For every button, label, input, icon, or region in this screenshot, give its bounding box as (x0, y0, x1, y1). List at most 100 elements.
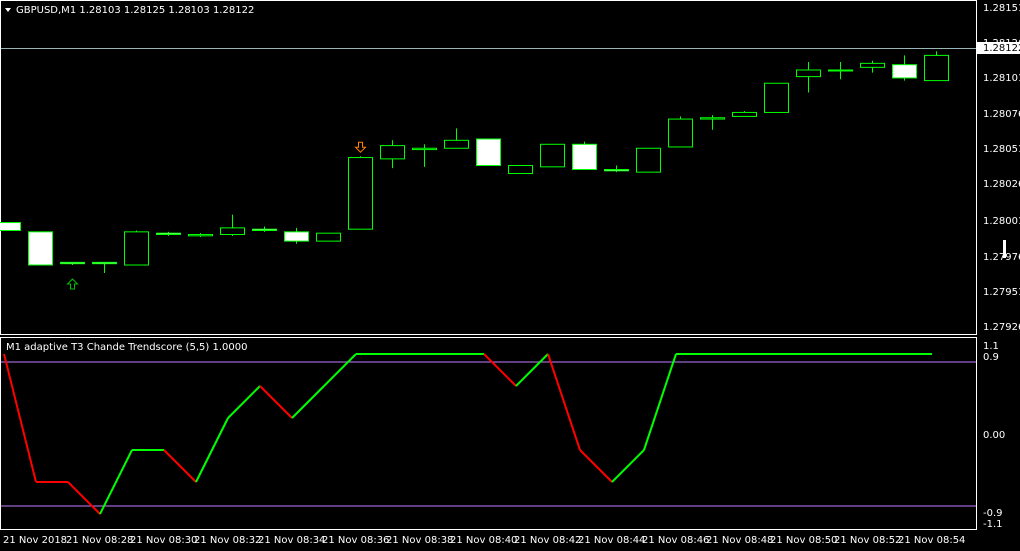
buy-arrow-icon (66, 278, 79, 290)
trendscore-segment (227, 385, 261, 419)
time-label: 21 Nov 2018 (3, 535, 67, 546)
candle-body (828, 69, 853, 72)
candle-body (540, 143, 565, 168)
indicator-tick: 0.00 (983, 430, 1005, 441)
candle (540, 143, 565, 168)
indicator-header: M1 adaptive T3 Chande Trendscore (5,5) 1… (6, 342, 247, 353)
candle-body (924, 54, 949, 82)
candle (252, 226, 277, 232)
time-label: 21 Nov 08:38 (386, 535, 453, 546)
trendscore-segment (579, 449, 613, 483)
candle (220, 214, 245, 236)
trendscore-segment (291, 385, 325, 419)
candle (892, 55, 917, 81)
candle-body (252, 228, 277, 232)
candle (444, 128, 469, 149)
candle-body (188, 233, 213, 237)
price-panel-frame (0, 0, 977, 335)
price-tick: 1.28076 (983, 109, 1020, 120)
candle-body (476, 138, 501, 167)
candle-body (412, 147, 437, 151)
time-label: 21 Nov 08:48 (706, 535, 773, 546)
indicator-tick: 0.9 (983, 352, 999, 363)
candle (476, 138, 501, 167)
trendscore-segment (323, 353, 357, 387)
time-label: 21 Nov 08:46 (642, 535, 709, 546)
candle-body (604, 168, 629, 172)
candle (380, 140, 405, 169)
trendscore-segment (195, 417, 229, 483)
price-tick: 1.27951 (983, 287, 1020, 298)
time-label: 21 Nov 08:50 (770, 535, 837, 546)
candle-body (572, 143, 597, 170)
trendscore-segment (3, 353, 37, 483)
candle-body (284, 231, 309, 242)
candle (636, 147, 661, 173)
price-tick: 1.27926 (983, 322, 1020, 333)
candle (732, 111, 757, 117)
indicator-tick: -1.1 (983, 519, 1003, 530)
candle (188, 233, 213, 238)
candle-body (220, 227, 245, 235)
candle (668, 116, 693, 148)
time-label: 21 Nov 08:30 (130, 535, 197, 546)
time-label: 21 Nov 08:34 (258, 535, 325, 546)
trendscore-segment (259, 385, 293, 419)
candle (28, 231, 53, 266)
candle-body (732, 111, 757, 117)
candle (92, 261, 117, 273)
price-tick: 1.28051 (983, 144, 1020, 155)
trendscore-segment (483, 353, 517, 387)
trendscore-segment (515, 353, 549, 387)
trendscore-segment (643, 353, 677, 451)
trendscore-segment (611, 449, 645, 483)
candle-body (348, 157, 373, 230)
price-tick: 1.28001 (983, 216, 1020, 227)
triangle-down-icon[interactable] (5, 8, 11, 12)
candle-body (508, 165, 533, 174)
candles-layer (0, 51, 949, 273)
time-label: 21 Nov 08:40 (450, 535, 517, 546)
time-label: 21 Nov 08:44 (578, 535, 645, 546)
candle (604, 165, 629, 173)
symbol-header: GBPUSD,M1 1.28103 1.28125 1.28103 1.2812… (16, 5, 254, 16)
candle (508, 165, 533, 174)
time-label: 21 Nov 08:42 (514, 535, 581, 546)
trendscore-segment (99, 449, 133, 515)
candle-body (636, 147, 661, 173)
trendscore-segment (547, 353, 581, 451)
sell-arrow-icon (354, 141, 367, 153)
candle (860, 60, 885, 73)
time-label: 21 Nov 08:52 (834, 535, 901, 546)
price-tick: 1.28026 (983, 179, 1020, 190)
candle (316, 232, 341, 242)
candle (572, 141, 597, 170)
trading-chart[interactable]: GBPUSD,M1 1.28103 1.28125 1.28103 1.2812… (0, 0, 1020, 551)
candle-body (668, 118, 693, 148)
candle (924, 51, 949, 82)
candle-body (380, 145, 405, 160)
candle-body (92, 261, 117, 265)
candle-body (764, 82, 789, 113)
candle-body (124, 231, 149, 266)
candle (124, 230, 149, 266)
candle-body (60, 261, 85, 265)
candle (828, 62, 853, 80)
trendscore-segment (163, 449, 197, 483)
current-price-label: 1.28122 (983, 43, 1020, 54)
candle (764, 82, 789, 113)
candle (348, 156, 373, 230)
price-tick: 1.28101 (983, 73, 1020, 84)
candle (796, 62, 821, 93)
candle-body (28, 231, 53, 266)
indicator-panel-frame (0, 337, 977, 530)
indicator-tick: -0.9 (983, 508, 1003, 519)
trendscore-segment (67, 481, 101, 515)
indicator-tick: 1.1 (983, 341, 999, 352)
price-tick: 1.28151 (983, 3, 1020, 14)
chart-shift-marker[interactable] (1003, 240, 1006, 258)
candle (412, 144, 437, 167)
candle-body (156, 232, 181, 235)
time-label: 21 Nov 08:28 (66, 535, 133, 546)
candle (700, 115, 725, 130)
